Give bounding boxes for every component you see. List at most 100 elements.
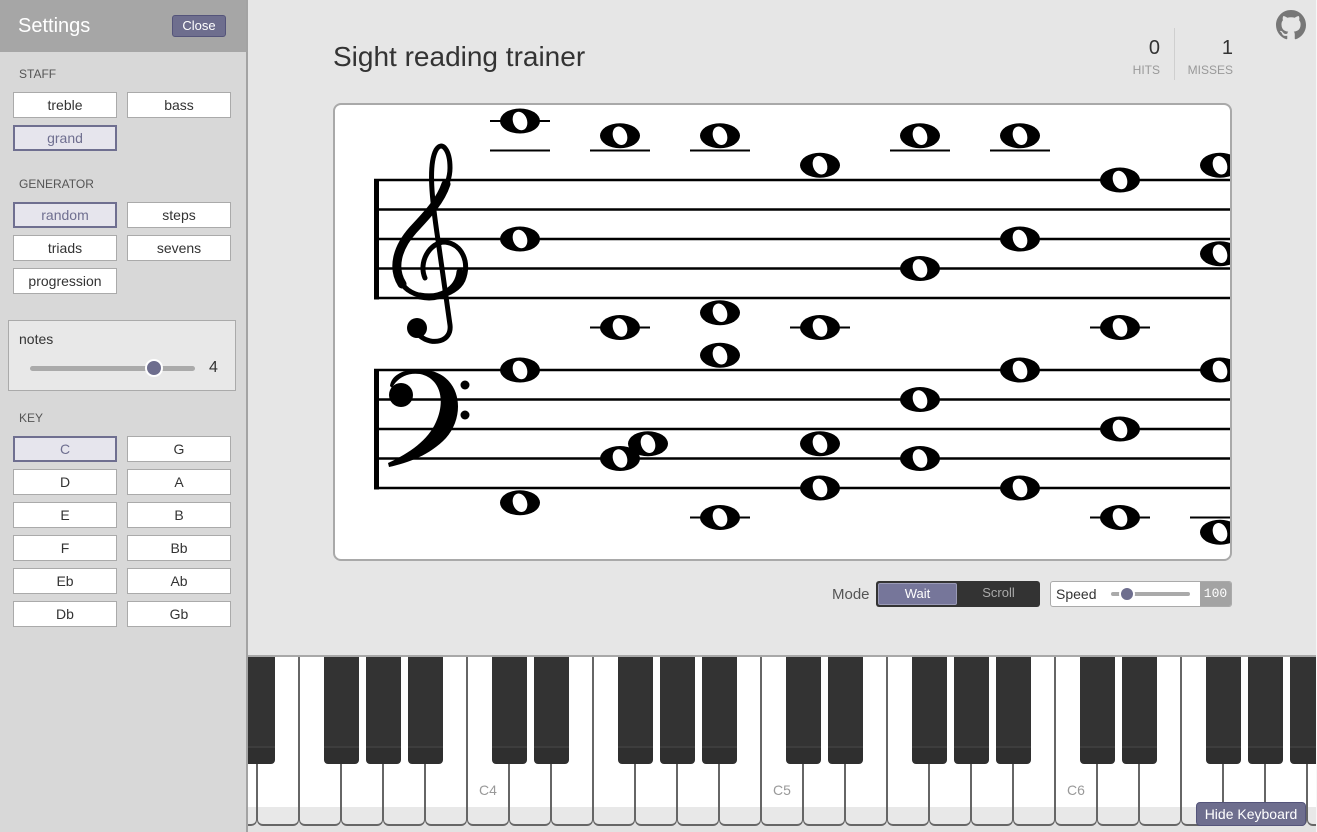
- staff-option-treble[interactable]: treble: [13, 92, 117, 118]
- mode-wait-button[interactable]: Wait: [878, 583, 957, 605]
- bass-clef-icon: [388, 369, 470, 467]
- grand-staff: [374, 108, 1230, 545]
- speed-label: Speed: [1056, 586, 1097, 602]
- mode-toggle: Wait Scroll: [876, 581, 1040, 607]
- notes-value: 4: [209, 359, 218, 376]
- speed-value: 100: [1200, 582, 1231, 606]
- note-head-B3: [700, 342, 740, 368]
- sidebar-header: Settings Close: [0, 0, 246, 52]
- generator-section-label: GENERATOR: [19, 177, 94, 191]
- note-head-B5: [1000, 123, 1040, 149]
- mode-scroll-button[interactable]: Scroll: [959, 583, 1038, 605]
- generator-option-triads[interactable]: triads: [13, 235, 117, 261]
- note-head-C3: [628, 431, 668, 457]
- black-key-dsharp4[interactable]: [533, 657, 569, 764]
- note-head-A3: [500, 357, 540, 383]
- note-head-F5: [1100, 167, 1140, 193]
- note-head-E2: [1100, 505, 1140, 530]
- key-option-bb[interactable]: Bb: [127, 535, 231, 561]
- misses-label: MISSES: [1187, 63, 1233, 77]
- notes-layer: [490, 108, 1230, 545]
- note-head-C3: [800, 431, 840, 457]
- staff-section-label: STAFF: [19, 67, 57, 81]
- hits-value: 0: [1148, 37, 1160, 59]
- settings-sidebar: Settings Close STAFF treble bass grand G…: [0, 0, 248, 832]
- black-key-dsharp3[interactable]: [248, 657, 275, 764]
- note-head-D2: [1200, 519, 1230, 545]
- github-icon[interactable]: [1276, 10, 1306, 40]
- speed-slider-thumb[interactable]: [1118, 586, 1135, 602]
- staff-display: [333, 103, 1232, 561]
- close-button[interactable]: Close: [172, 15, 226, 37]
- black-key-csharp4[interactable]: [491, 657, 527, 764]
- mode-label: Mode: [832, 586, 870, 603]
- notes-panel: notes 4: [8, 320, 236, 391]
- black-key-fsharp6[interactable]: [1205, 657, 1241, 764]
- notes-slider-thumb[interactable]: [144, 359, 163, 377]
- note-head-B5: [900, 123, 940, 149]
- note-head-B2: [900, 446, 940, 471]
- black-key-gsharp6[interactable]: [1247, 657, 1283, 764]
- black-key-csharp5[interactable]: [785, 657, 821, 764]
- key-label: C5: [773, 782, 791, 798]
- key-option-db[interactable]: Db: [13, 601, 117, 627]
- note-head-C4: [1100, 315, 1140, 340]
- note-head-G5: [800, 152, 840, 178]
- black-key-asharp5[interactable]: [995, 657, 1031, 764]
- page-title: Sight reading trainer: [333, 41, 586, 72]
- generator-option-steps[interactable]: steps: [127, 202, 231, 228]
- key-options: C G D A E B F Bb Eb Ab Db Gb: [13, 436, 231, 627]
- black-key-asharp4[interactable]: [701, 657, 737, 764]
- key-option-f[interactable]: F: [13, 535, 117, 561]
- note-head-B4: [1000, 226, 1040, 252]
- stats-divider: [1174, 28, 1175, 80]
- key-option-c[interactable]: C: [13, 436, 117, 462]
- treble-clef-icon: [392, 143, 469, 344]
- generator-option-progression[interactable]: progression: [13, 268, 117, 294]
- black-key-gsharp3[interactable]: [365, 657, 401, 764]
- black-key-asharp3[interactable]: [407, 657, 443, 764]
- note-head-A3: [1200, 357, 1230, 383]
- black-key-dsharp6[interactable]: [1121, 657, 1157, 764]
- key-option-e[interactable]: E: [13, 502, 117, 528]
- chord: [690, 123, 750, 530]
- note-head-C6: [500, 108, 540, 134]
- note-head-C4: [800, 315, 840, 340]
- key-option-eb[interactable]: Eb: [13, 568, 117, 594]
- speed-control: Speed 100: [1050, 581, 1232, 607]
- chord: [1190, 152, 1230, 545]
- black-key-gsharp4[interactable]: [659, 657, 695, 764]
- note-head-F2: [500, 490, 540, 516]
- black-key-fsharp4[interactable]: [617, 657, 653, 764]
- notes-label: notes: [19, 331, 54, 347]
- note-head-B5: [600, 123, 640, 149]
- black-key-fsharp3[interactable]: [323, 657, 359, 764]
- hide-keyboard-button[interactable]: Hide Keyboard: [1196, 802, 1306, 826]
- note-head-A3: [1000, 357, 1040, 383]
- key-option-d[interactable]: D: [13, 469, 117, 495]
- misses-stat: 1 MISSES: [1180, 36, 1233, 77]
- black-key-fsharp5[interactable]: [911, 657, 947, 764]
- note-head-D4: [700, 300, 740, 326]
- note-head-E2: [700, 505, 740, 530]
- note-head-D3: [1100, 416, 1140, 442]
- bass-barline: [374, 369, 379, 490]
- black-key-dsharp5[interactable]: [827, 657, 863, 764]
- staff-option-bass[interactable]: bass: [127, 92, 231, 118]
- notes-slider-track[interactable]: [30, 366, 195, 371]
- black-key-gsharp5[interactable]: [953, 657, 989, 764]
- black-key-asharp6[interactable]: [1289, 657, 1316, 764]
- key-option-ab[interactable]: Ab: [127, 568, 231, 594]
- generator-option-random[interactable]: random: [13, 202, 117, 228]
- treble-barline: [374, 179, 379, 300]
- note-head-G4: [900, 256, 940, 281]
- key-option-gb[interactable]: Gb: [127, 601, 231, 627]
- chord: [790, 152, 850, 501]
- black-key-csharp6[interactable]: [1079, 657, 1115, 764]
- key-option-b[interactable]: B: [127, 502, 231, 528]
- staff-option-grand[interactable]: grand: [13, 125, 117, 151]
- key-label: C4: [479, 782, 497, 798]
- generator-option-sevens[interactable]: sevens: [127, 235, 231, 261]
- key-option-g[interactable]: G: [127, 436, 231, 462]
- key-option-a[interactable]: A: [127, 469, 231, 495]
